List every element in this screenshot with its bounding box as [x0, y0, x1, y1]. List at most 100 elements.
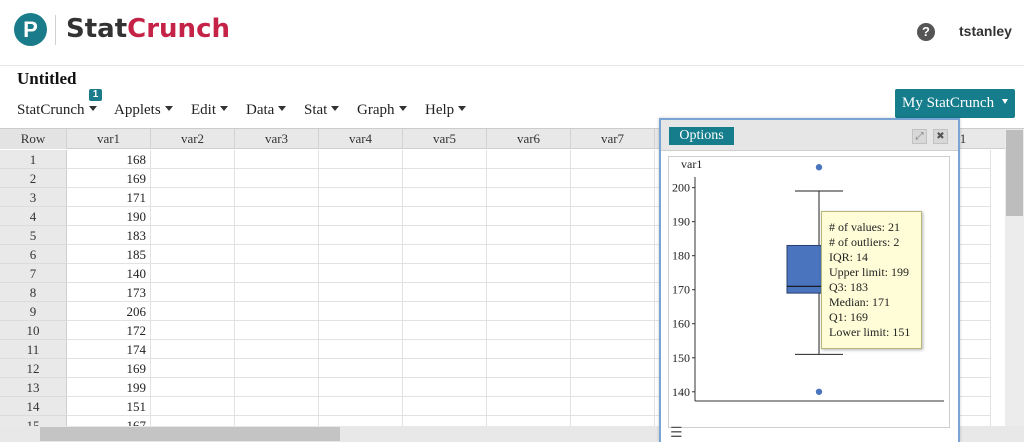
column-header[interactable]: var5	[403, 129, 487, 149]
row-number[interactable]: 2	[0, 169, 67, 188]
grid-cell[interactable]	[319, 340, 403, 359]
grid-cell[interactable]	[487, 245, 571, 264]
grid-cell[interactable]	[235, 340, 319, 359]
grid-cell[interactable]	[403, 378, 487, 397]
grid-cell[interactable]	[487, 340, 571, 359]
row-number[interactable]: 11	[0, 340, 67, 359]
grid-cell[interactable]	[571, 359, 655, 378]
grid-cell[interactable]: 172	[67, 321, 151, 340]
grid-cell[interactable]	[403, 150, 487, 169]
grid-cell[interactable]	[487, 169, 571, 188]
row-number[interactable]: 12	[0, 359, 67, 378]
notification-badge[interactable]: 1	[89, 89, 102, 101]
grid-cell[interactable]	[487, 378, 571, 397]
grid-cell[interactable]	[235, 378, 319, 397]
grid-cell[interactable]	[403, 359, 487, 378]
grid-cell[interactable]	[403, 245, 487, 264]
grid-cell[interactable]	[571, 302, 655, 321]
grid-cell[interactable]	[319, 359, 403, 378]
grid-cell[interactable]	[403, 207, 487, 226]
grid-cell[interactable]	[319, 283, 403, 302]
grid-cell[interactable]	[235, 321, 319, 340]
grid-cell[interactable]: 173	[67, 283, 151, 302]
grid-cell[interactable]	[235, 207, 319, 226]
grid-cell[interactable]	[487, 321, 571, 340]
grid-cell[interactable]	[235, 245, 319, 264]
column-header[interactable]: var1	[67, 129, 151, 149]
help-icon[interactable]: ?	[917, 23, 935, 41]
grid-cell[interactable]	[319, 245, 403, 264]
statcrunch-brand[interactable]: StatCrunch	[66, 14, 230, 44]
menu-applets[interactable]: Applets	[114, 102, 173, 119]
grid-cell[interactable]	[235, 188, 319, 207]
row-number[interactable]: 7	[0, 264, 67, 283]
grid-cell[interactable]: 140	[67, 264, 151, 283]
grid-cell[interactable]: 171	[67, 188, 151, 207]
grid-cell[interactable]: 183	[67, 226, 151, 245]
grid-cell[interactable]	[319, 321, 403, 340]
grid-cell[interactable]	[319, 302, 403, 321]
username-link[interactable]: tstanley	[959, 23, 1012, 39]
close-icon[interactable]: ✖	[933, 129, 948, 144]
grid-cell[interactable]	[403, 302, 487, 321]
graph-window-titlebar[interactable]: Options ⤢ ✖	[661, 120, 958, 151]
grid-cell[interactable]	[487, 226, 571, 245]
options-button[interactable]: Options	[669, 127, 734, 145]
grid-cell[interactable]: 174	[67, 340, 151, 359]
grid-cell[interactable]	[319, 150, 403, 169]
grid-cell[interactable]	[403, 321, 487, 340]
row-number[interactable]: 14	[0, 397, 67, 416]
grid-cell[interactable]	[151, 226, 235, 245]
grid-cell[interactable]	[235, 150, 319, 169]
grid-cell[interactable]: 169	[67, 359, 151, 378]
grid-cell[interactable]	[151, 321, 235, 340]
grid-cell[interactable]	[403, 226, 487, 245]
row-number[interactable]: 3	[0, 188, 67, 207]
my-statcrunch-button[interactable]: My StatCrunch	[895, 89, 1015, 118]
grid-cell[interactable]	[151, 359, 235, 378]
row-number[interactable]: 6	[0, 245, 67, 264]
expand-icon[interactable]: ⤢	[912, 129, 927, 144]
grid-cell[interactable]	[487, 207, 571, 226]
grid-cell[interactable]	[319, 207, 403, 226]
grid-cell[interactable]	[571, 283, 655, 302]
grid-cell[interactable]	[571, 397, 655, 416]
grid-cell[interactable]	[319, 169, 403, 188]
grid-cell[interactable]	[319, 226, 403, 245]
grid-cell[interactable]	[151, 340, 235, 359]
grid-cell[interactable]: 199	[67, 378, 151, 397]
grid-cell[interactable]	[487, 302, 571, 321]
row-number[interactable]: 8	[0, 283, 67, 302]
grid-cell[interactable]	[319, 378, 403, 397]
column-header[interactable]: var2	[151, 129, 235, 149]
grid-cell[interactable]	[487, 188, 571, 207]
column-header[interactable]: var6	[487, 129, 571, 149]
grid-cell[interactable]	[235, 169, 319, 188]
pearson-logo[interactable]: P	[14, 13, 47, 46]
grid-cell[interactable]: 151	[67, 397, 151, 416]
grid-cell[interactable]	[571, 264, 655, 283]
row-number[interactable]: 5	[0, 226, 67, 245]
grid-cell[interactable]	[571, 245, 655, 264]
grid-cell[interactable]	[571, 169, 655, 188]
grid-cell[interactable]	[487, 359, 571, 378]
menu-help[interactable]: Help	[425, 102, 467, 119]
row-number[interactable]: 13	[0, 378, 67, 397]
grid-cell[interactable]	[571, 378, 655, 397]
grid-cell[interactable]	[571, 226, 655, 245]
grid-cell[interactable]	[235, 264, 319, 283]
grid-cell[interactable]	[319, 397, 403, 416]
grid-cell[interactable]: 168	[67, 150, 151, 169]
hamburger-menu-icon[interactable]: ☰	[670, 425, 683, 441]
grid-cell[interactable]	[151, 207, 235, 226]
grid-cell[interactable]	[571, 207, 655, 226]
grid-cell[interactable]: 185	[67, 245, 151, 264]
column-header[interactable]: var4	[319, 129, 403, 149]
grid-cell[interactable]	[151, 283, 235, 302]
grid-cell[interactable]	[151, 150, 235, 169]
row-number[interactable]: 1	[0, 150, 67, 169]
grid-cell[interactable]	[319, 264, 403, 283]
grid-cell[interactable]	[487, 397, 571, 416]
grid-cell[interactable]	[151, 264, 235, 283]
grid-cell[interactable]	[235, 359, 319, 378]
